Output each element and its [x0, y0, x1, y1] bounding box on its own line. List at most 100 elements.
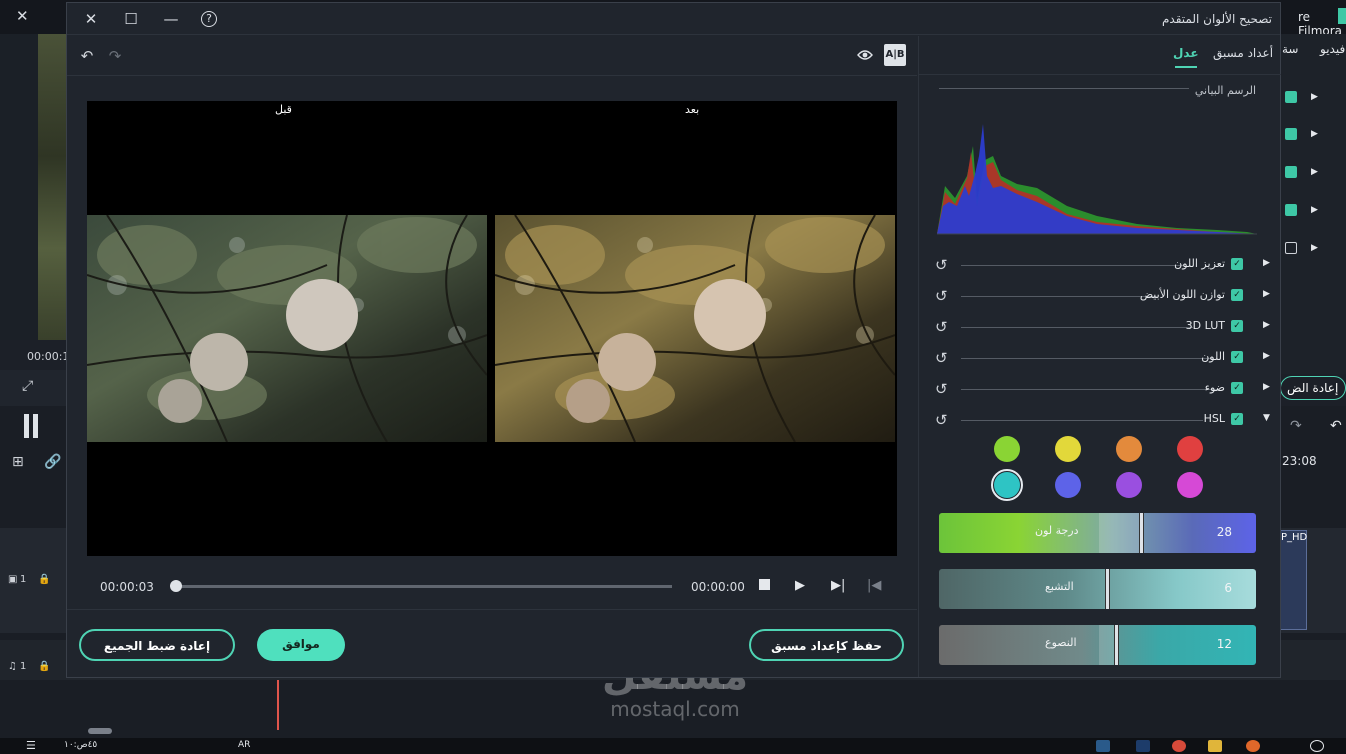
split-view-icon[interactable]: A|B: [884, 44, 906, 66]
eye-icon[interactable]: [855, 46, 875, 66]
start-menu-icon[interactable]: ☰: [26, 739, 36, 752]
expand-arrow-icon[interactable]: ▶: [1311, 167, 1318, 177]
expand-arrow-icon[interactable]: ▶: [1311, 129, 1318, 139]
taskbar-language[interactable]: AR: [238, 740, 250, 750]
add-track-icon[interactable]: ⊞: [12, 454, 24, 470]
hsl-swatch-yellow[interactable]: [1055, 436, 1081, 462]
luminance-slider-handle[interactable]: [1114, 625, 1119, 665]
section-3d-lut[interactable]: ↺ 3D LUT ✓ ▶: [919, 312, 1281, 342]
reset-icon[interactable]: ↺: [935, 411, 948, 429]
section-white-balance[interactable]: ↺ توازن اللون الأبيض ✓ ▶: [919, 281, 1281, 311]
close-icon[interactable]: ✕: [16, 7, 29, 25]
expand-arrow-icon[interactable]: ▶: [1263, 320, 1270, 330]
section-light[interactable]: ↺ ضوء ✓ ▶: [919, 374, 1281, 404]
hsl-swatch-green[interactable]: [994, 436, 1020, 462]
firefox-taskbar-icon[interactable]: [1246, 740, 1260, 752]
timeline-clip[interactable]: [1280, 530, 1307, 630]
histogram-label: الرسم البياني: [1194, 84, 1256, 97]
section-label: اللون: [1201, 350, 1225, 363]
section-hsl[interactable]: ↺ HSL ✓ ▼: [919, 405, 1281, 435]
reset-icon[interactable]: ↺: [935, 256, 948, 274]
folder-taskbar-icon[interactable]: [1208, 740, 1222, 752]
section-divider: [961, 358, 1213, 359]
expand-arrow-icon[interactable]: ▶: [1263, 258, 1270, 268]
close-icon[interactable]: ✕: [81, 9, 101, 29]
undo-icon[interactable]: ↶: [77, 46, 97, 66]
help-icon[interactable]: ?: [201, 11, 217, 27]
tab-custom[interactable]: عدل: [1173, 46, 1199, 60]
hsl-swatch-purple[interactable]: [1116, 472, 1142, 498]
play-icon[interactable]: ▶: [795, 578, 805, 593]
reset-icon[interactable]: ↺: [935, 318, 948, 336]
playhead[interactable]: [277, 680, 279, 730]
reset-all-button[interactable]: إعادة ضبط الجميع: [79, 629, 235, 661]
scrub-track[interactable]: [172, 585, 672, 588]
tab-preset[interactable]: أعداد مسبق: [1213, 46, 1273, 60]
background-toolbar: ⤢: [0, 370, 70, 406]
section-checkbox[interactable]: ✓: [1231, 289, 1243, 301]
stop-icon[interactable]: [759, 579, 770, 590]
save-preset-button[interactable]: حفظ كإعداد مسبق: [749, 629, 904, 661]
search-taskbar-icon[interactable]: [1310, 740, 1324, 752]
luminance-label: النصوع: [1045, 636, 1077, 649]
expand-arrow-icon[interactable]: ▶: [1311, 243, 1318, 253]
saturation-slider[interactable]: التشبع 6: [939, 569, 1256, 609]
collapse-arrow-icon[interactable]: ▼: [1263, 413, 1270, 423]
after-label: بعد: [685, 103, 700, 116]
background-checkbox[interactable]: [1285, 128, 1297, 140]
expand-arrow-icon[interactable]: ▶: [1311, 205, 1318, 215]
reset-icon[interactable]: ↺: [935, 349, 948, 367]
photoshop-taskbar-icon[interactable]: [1136, 740, 1150, 752]
hue-slider-handle[interactable]: [1139, 513, 1144, 553]
redo-icon[interactable]: ↷: [1290, 418, 1302, 434]
hue-slider[interactable]: درجة لون 28: [939, 513, 1256, 553]
background-reset-button[interactable]: إعادة الض: [1280, 376, 1346, 400]
background-checkbox[interactable]: [1285, 242, 1297, 254]
dialog-title: تصحيح الألوان المتقدم: [1161, 12, 1272, 26]
current-time: 00:00:03: [100, 580, 154, 594]
background-tab-partial[interactable]: سة: [1282, 42, 1299, 56]
background-checkbox[interactable]: [1285, 91, 1297, 103]
maximize-icon[interactable]: ☐: [121, 9, 141, 29]
redo-icon[interactable]: ↷: [105, 46, 125, 66]
undo-icon[interactable]: ↶: [1330, 418, 1342, 434]
reset-icon[interactable]: ↺: [935, 380, 948, 398]
lock-icon[interactable]: 🔒: [38, 574, 50, 585]
section-checkbox[interactable]: ✓: [1231, 258, 1243, 270]
hsl-swatch-red[interactable]: [1177, 436, 1203, 462]
luminance-slider[interactable]: النصوع 12: [939, 625, 1256, 665]
section-label: HSL: [1203, 412, 1225, 425]
reset-icon[interactable]: ↺: [935, 287, 948, 305]
hsl-swatch-aqua[interactable]: [991, 469, 1023, 501]
background-tab-video[interactable]: فيديو: [1320, 42, 1345, 56]
chrome-taskbar-icon[interactable]: [1172, 740, 1186, 752]
saturation-slider-handle[interactable]: [1105, 569, 1110, 609]
minimize-icon[interactable]: —: [161, 9, 181, 29]
link-icon[interactable]: 🔗: [44, 454, 61, 470]
expand-arrow-icon[interactable]: ▶: [1263, 289, 1270, 299]
timeline-scrollbar[interactable]: [88, 728, 112, 734]
hsl-swatch-blue[interactable]: [1055, 472, 1081, 498]
section-checkbox[interactable]: ✓: [1231, 413, 1243, 425]
section-color[interactable]: ↺ اللون ✓ ▶: [919, 343, 1281, 373]
expand-arrow-icon[interactable]: ▶: [1311, 92, 1318, 102]
filmora-taskbar-icon[interactable]: [1096, 740, 1110, 752]
next-frame-icon[interactable]: ▶|: [831, 578, 845, 593]
hsl-swatch-magenta[interactable]: [1177, 472, 1203, 498]
section-checkbox[interactable]: ✓: [1231, 351, 1243, 363]
section-color-enhancement[interactable]: ↺ تعزيز اللون ✓ ▶: [919, 250, 1281, 280]
pause-icon[interactable]: [24, 414, 38, 438]
background-checkbox[interactable]: [1285, 166, 1297, 178]
video-track-icon: ▣: [8, 574, 18, 585]
expand-arrow-icon[interactable]: ▶: [1263, 351, 1270, 361]
scrub-handle[interactable]: [170, 580, 182, 592]
fullscreen-icon[interactable]: ⤢: [22, 378, 33, 394]
expand-arrow-icon[interactable]: ▶: [1263, 382, 1270, 392]
lock-icon[interactable]: 🔒: [38, 661, 50, 672]
ok-button[interactable]: موافق: [257, 629, 345, 661]
section-checkbox[interactable]: ✓: [1231, 382, 1243, 394]
previous-frame-icon[interactable]: |◀: [867, 578, 881, 593]
background-checkbox[interactable]: [1285, 204, 1297, 216]
hsl-swatch-orange[interactable]: [1116, 436, 1142, 462]
section-checkbox[interactable]: ✓: [1231, 320, 1243, 332]
